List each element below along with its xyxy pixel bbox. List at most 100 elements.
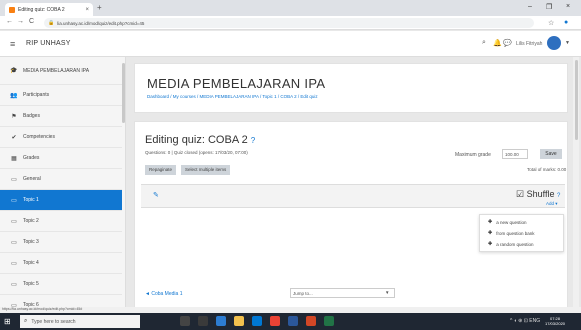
hamburger-menu-icon[interactable]: ≡ <box>10 39 15 49</box>
taskbar-search[interactable]: ⌕ Type here to search <box>20 315 140 328</box>
sidebar-scrollbar[interactable] <box>122 63 125 123</box>
forward-icon[interactable]: → <box>17 18 24 25</box>
main-region: MEDIA PEMBELAJARAN IPA Dashboard / My co… <box>132 57 581 312</box>
avatar[interactable] <box>547 36 561 50</box>
system-tray[interactable]: ^ ◖ ⊕ ⊡ ENG <box>510 318 540 324</box>
tab-title: Editing quiz: COBA 2 <box>18 6 65 13</box>
powerpoint-icon[interactable] <box>306 316 316 326</box>
browser-toolbar: ← → C 🔒 lia.unhasy.ac.id/mod/quiz/edit.p… <box>0 16 581 30</box>
clock-date: 17/03/2020 <box>545 321 566 326</box>
edge-icon[interactable] <box>216 316 226 326</box>
folder-icon: ▭ <box>11 176 17 183</box>
maximize-button[interactable]: ❐ <box>546 3 552 11</box>
messages-icon[interactable]: 💬 <box>503 39 512 47</box>
repaginate-button[interactable]: Repaginate <box>145 165 177 175</box>
help-icon[interactable]: ? <box>251 136 255 145</box>
sidebar-item-participants[interactable]: 👥 Participants <box>0 85 122 106</box>
site-name[interactable]: RIP UNHASY <box>26 40 71 47</box>
page-scrollbar-thumb[interactable] <box>575 60 578 140</box>
shuffle-label: Shuffle <box>526 189 555 199</box>
menu-item-label: from question bank <box>496 230 535 236</box>
sidebar-item-label: Topic 5 <box>23 281 39 287</box>
sidebar-item-label: Topic 1 <box>23 197 39 203</box>
sidebar-item-label: Participants <box>23 92 50 98</box>
folder-icon: ▭ <box>11 239 17 246</box>
sidebar-item-label: Grades <box>23 155 40 161</box>
sidebar-item-topic-4[interactable]: ▭ Topic 4 <box>0 253 122 274</box>
reload-icon[interactable]: C <box>29 18 34 25</box>
notification-bell-icon[interactable]: 🔔 <box>493 39 502 47</box>
search-icon: ⌕ <box>24 318 28 324</box>
help-icon[interactable]: ? <box>557 193 560 199</box>
close-window-button[interactable]: × <box>566 3 570 10</box>
menu-item-new-question[interactable]: ✚ a new question <box>488 219 526 225</box>
file-explorer-icon[interactable] <box>234 316 244 326</box>
star-icon[interactable]: ☆ <box>548 19 554 27</box>
quiz-heading: Editing quiz: COBA 2 ? <box>145 134 255 146</box>
folder-icon: ▭ <box>11 218 17 225</box>
plus-icon: ✚ <box>488 219 493 225</box>
folder-icon: ▭ <box>11 197 17 204</box>
sidebar-item-label: Competencies <box>23 134 55 140</box>
total-marks: Total of marks: 0.00 <box>527 167 567 172</box>
sidebar-item-topic-3[interactable]: ▭ Topic 3 <box>0 232 122 253</box>
checkbox-icon[interactable]: ☑ <box>516 189 524 199</box>
plus-icon: ✚ <box>488 241 493 247</box>
previous-activity-link[interactable]: ◄ Coba Media 1 <box>145 291 182 297</box>
graduation-cap-icon: 🎓 <box>10 68 18 74</box>
lock-icon: 🔒 <box>48 20 55 26</box>
profile-icon[interactable]: ● <box>564 19 568 26</box>
sidebar-item-label: General <box>23 176 41 182</box>
sidebar-item-label: Topic 3 <box>23 239 39 245</box>
max-grade-input[interactable]: 100.00 <box>502 149 528 159</box>
check-icon: ✔ <box>11 134 17 141</box>
store-icon[interactable] <box>252 316 262 326</box>
sidebar-item-badges[interactable]: ⚑ Badges <box>0 106 122 127</box>
chevron-down-icon[interactable]: ▼ <box>565 40 570 46</box>
menu-item-label: a new question <box>496 219 527 225</box>
address-bar[interactable]: 🔒 lia.unhasy.ac.id/mod/quiz/edit.php?cmi… <box>44 18 534 28</box>
sidebar-item-topic-2[interactable]: ▭ Topic 2 <box>0 211 122 232</box>
new-tab-button[interactable]: + <box>97 3 102 12</box>
sidebar-item-label: Badges <box>23 113 40 119</box>
sidebar-item-course[interactable]: 🎓 MEDIA PEMBELAJARAN IPA <box>0 57 122 85</box>
page-header: MEDIA PEMBELAJARAN IPA Dashboard / My co… <box>134 63 568 113</box>
word-icon[interactable] <box>288 316 298 326</box>
table-icon: ▦ <box>11 155 17 162</box>
sidebar-item-label: Topic 4 <box>23 260 39 266</box>
sidebar-item-competencies[interactable]: ✔ Competencies <box>0 127 122 148</box>
add-dropdown[interactable]: Add ▾ <box>546 201 558 207</box>
minimize-button[interactable]: – <box>528 3 532 10</box>
back-icon[interactable]: ← <box>6 18 13 25</box>
sidebar-item-topic-1[interactable]: ▭ Topic 1 <box>0 190 122 211</box>
user-name[interactable]: Lilis Fitriyah <box>516 41 542 47</box>
breadcrumb[interactable]: Dashboard / My courses / MEDIA PEMBELAJA… <box>147 94 318 99</box>
chrome-icon[interactable] <box>270 316 280 326</box>
search-icon[interactable]: ⌕ <box>482 39 486 47</box>
menu-item-random-question[interactable]: ✚ a random question <box>488 241 533 247</box>
excel-icon[interactable] <box>324 316 334 326</box>
task-view-icon[interactable] <box>180 316 190 326</box>
max-grade-label: Maximum grade <box>455 152 491 158</box>
folder-icon: ▭ <box>11 260 17 267</box>
sidebar-item-grades[interactable]: ▦ Grades <box>0 148 122 169</box>
taskbar: ⊞ ⌕ Type here to search ^ ◖ ⊕ ⊡ ENG 07:2… <box>0 313 581 330</box>
menu-item-question-bank[interactable]: ✚ from question bank <box>488 230 534 236</box>
clock[interactable]: 07:28 17/03/2020 <box>545 316 565 326</box>
jump-to-select[interactable]: Jump to... <box>290 288 395 298</box>
chevron-down-icon[interactable]: ▼ <box>385 290 389 295</box>
sidebar-item-general[interactable]: ▭ General <box>0 169 122 190</box>
shuffle-checkbox[interactable]: ☑ Shuffle ? <box>516 189 560 200</box>
sidebar-item-label: MEDIA PEMBELAJARAN IPA <box>23 67 90 74</box>
save-button[interactable]: Save <box>540 149 562 159</box>
cortana-icon[interactable] <box>198 316 208 326</box>
windows-start-icon[interactable]: ⊞ <box>4 317 11 326</box>
select-multiple-button[interactable]: Select multiple items <box>181 165 231 175</box>
section-heading-bar: ✎ ☑ Shuffle ? Add ▾ <box>141 184 565 208</box>
page-title: MEDIA PEMBELAJARAN IPA <box>147 76 326 91</box>
pencil-icon[interactable]: ✎ <box>153 191 159 199</box>
sidebar-item-topic-5[interactable]: ▭ Topic 5 <box>0 274 122 295</box>
tab-close-icon[interactable]: × <box>85 7 89 13</box>
browser-tab[interactable]: Editing quiz: COBA 2 × <box>5 3 93 16</box>
sidebar-item-label: Topic 2 <box>23 218 39 224</box>
